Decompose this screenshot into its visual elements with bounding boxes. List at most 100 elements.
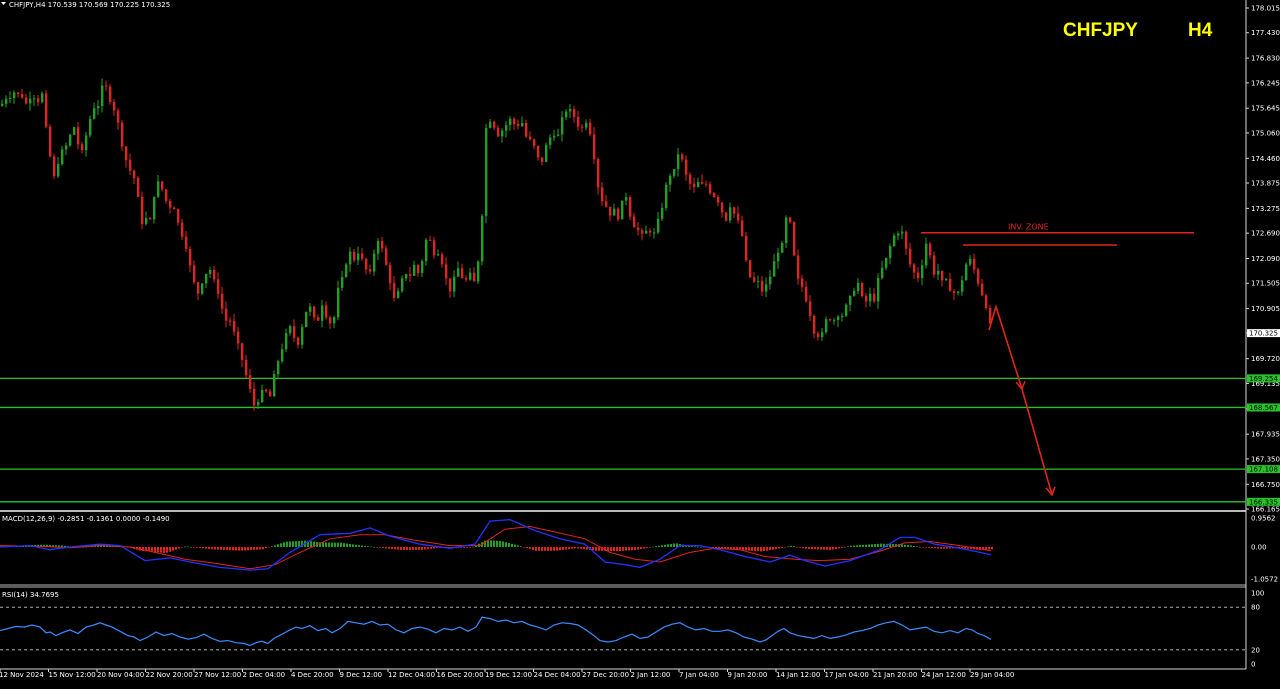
price-tick-label: 171.505 bbox=[1251, 280, 1280, 288]
macd-histogram-bar bbox=[178, 546, 180, 549]
candle-body bbox=[577, 116, 580, 127]
candle-body bbox=[413, 264, 416, 276]
time-tick-label: 7 Jan 04:00 bbox=[679, 671, 719, 679]
macd-histogram-bar bbox=[322, 542, 324, 547]
macd-histogram-bar bbox=[652, 546, 654, 548]
macd-histogram-bar bbox=[160, 546, 162, 553]
candle-body bbox=[301, 326, 304, 345]
macd-histogram-bar bbox=[964, 546, 966, 549]
candle-body bbox=[629, 197, 632, 217]
macd-histogram-bar bbox=[598, 546, 600, 551]
time-tick-label: 27 Dec 20:00 bbox=[582, 671, 629, 679]
macd-histogram-bar bbox=[874, 544, 876, 547]
candle-body bbox=[145, 218, 148, 224]
macd-histogram-bar bbox=[175, 546, 177, 550]
candle-body bbox=[93, 108, 96, 119]
candle-body bbox=[453, 276, 456, 292]
candle-body bbox=[477, 261, 480, 282]
candle-body bbox=[969, 258, 972, 265]
macd-histogram-bar bbox=[214, 546, 216, 550]
candle-body bbox=[713, 193, 716, 198]
candle-body bbox=[861, 283, 864, 297]
candle-body bbox=[489, 121, 492, 128]
macd-histogram-bar bbox=[577, 546, 579, 549]
candle-body bbox=[701, 182, 704, 184]
level-price-tag-label: 169.254 bbox=[1249, 375, 1278, 383]
macd-histogram-bar bbox=[343, 543, 345, 547]
time-tick-label: 22 Nov 20:00 bbox=[146, 671, 193, 679]
candle-body bbox=[549, 137, 552, 145]
macd-histogram-bar bbox=[463, 546, 465, 548]
macd-histogram-bar bbox=[199, 546, 201, 548]
macd-histogram-bar bbox=[328, 542, 330, 547]
candle-body bbox=[89, 118, 92, 136]
candle-body bbox=[553, 135, 556, 138]
candle-body bbox=[217, 279, 220, 294]
candle-body bbox=[241, 343, 244, 360]
candle-body bbox=[837, 316, 840, 320]
candle-body bbox=[165, 189, 168, 202]
candle-body bbox=[273, 374, 276, 397]
macd-histogram-bar bbox=[244, 546, 246, 551]
candle-body bbox=[45, 93, 48, 127]
inv-zone-text: INV. ZONE bbox=[1008, 223, 1049, 232]
macd-histogram-bar bbox=[946, 546, 948, 549]
candle-body bbox=[101, 85, 104, 106]
candle-body bbox=[781, 242, 784, 253]
candle-body bbox=[565, 111, 568, 118]
rsi-tick-label: 80 bbox=[1251, 604, 1260, 612]
candle-body bbox=[281, 349, 284, 362]
price-tick-label: 167.350 bbox=[1251, 455, 1280, 463]
macd-histogram-bar bbox=[496, 540, 498, 547]
macd-histogram-bar bbox=[424, 546, 426, 550]
macd-histogram-bar bbox=[853, 545, 855, 547]
candle-body bbox=[85, 135, 88, 151]
candle-body bbox=[449, 278, 452, 292]
candle-body bbox=[405, 274, 408, 279]
chart-canvas[interactable]: 178.015 177.430 176.830 176.245 175.645 175.0… bbox=[0, 0, 1280, 685]
macd-histogram-bar bbox=[331, 542, 333, 547]
macd-histogram-bar bbox=[988, 546, 990, 550]
candle-body bbox=[937, 270, 940, 275]
macd-histogram-bar bbox=[631, 546, 633, 551]
time-tick-label: 9 Dec 12:00 bbox=[340, 671, 383, 679]
candle-body bbox=[841, 315, 844, 317]
macd-histogram-bar bbox=[256, 546, 258, 550]
candle-body bbox=[681, 154, 684, 160]
macd-histogram-bar bbox=[655, 546, 657, 547]
candle-body bbox=[717, 197, 720, 203]
chart-window[interactable]: CHFJPY,H4 170.539 170.569 170.225 170.32… bbox=[0, 0, 1280, 685]
candle-body bbox=[337, 287, 340, 318]
macd-histogram-bar bbox=[664, 544, 666, 547]
time-tick-label: 12 Dec 04:00 bbox=[388, 671, 435, 679]
macd-histogram-bar bbox=[337, 542, 339, 547]
macd-histogram-bar bbox=[844, 546, 846, 548]
candle-body bbox=[113, 101, 116, 111]
candle-body bbox=[369, 269, 372, 272]
candle-body bbox=[149, 218, 152, 220]
macd-histogram-bar bbox=[238, 546, 240, 551]
candle-body bbox=[441, 254, 444, 265]
candle-body bbox=[657, 218, 660, 233]
macd-histogram-bar bbox=[523, 546, 525, 548]
candle-body bbox=[897, 233, 900, 236]
candle-body bbox=[821, 332, 824, 338]
candle-body bbox=[805, 286, 808, 302]
macd-histogram-bar bbox=[334, 542, 336, 547]
candle-body bbox=[61, 149, 64, 165]
macd-histogram-bar bbox=[505, 542, 507, 547]
macd-histogram-bar bbox=[811, 546, 813, 550]
price-tick-label: 175.060 bbox=[1251, 129, 1280, 137]
macd-histogram-bar bbox=[364, 545, 366, 547]
macd-histogram-bar bbox=[865, 544, 867, 547]
macd-histogram-bar bbox=[637, 546, 639, 550]
candle-body bbox=[41, 93, 44, 103]
candle-body bbox=[869, 293, 872, 302]
time-tick-label: 2 Jan 12:00 bbox=[631, 671, 671, 679]
candle-body bbox=[533, 139, 536, 146]
macd-histogram-bar bbox=[742, 546, 744, 551]
macd-histogram-bar bbox=[376, 546, 378, 548]
macd-histogram-bar bbox=[433, 546, 435, 549]
candle-body bbox=[277, 361, 280, 375]
macd-histogram-bar bbox=[286, 541, 288, 547]
